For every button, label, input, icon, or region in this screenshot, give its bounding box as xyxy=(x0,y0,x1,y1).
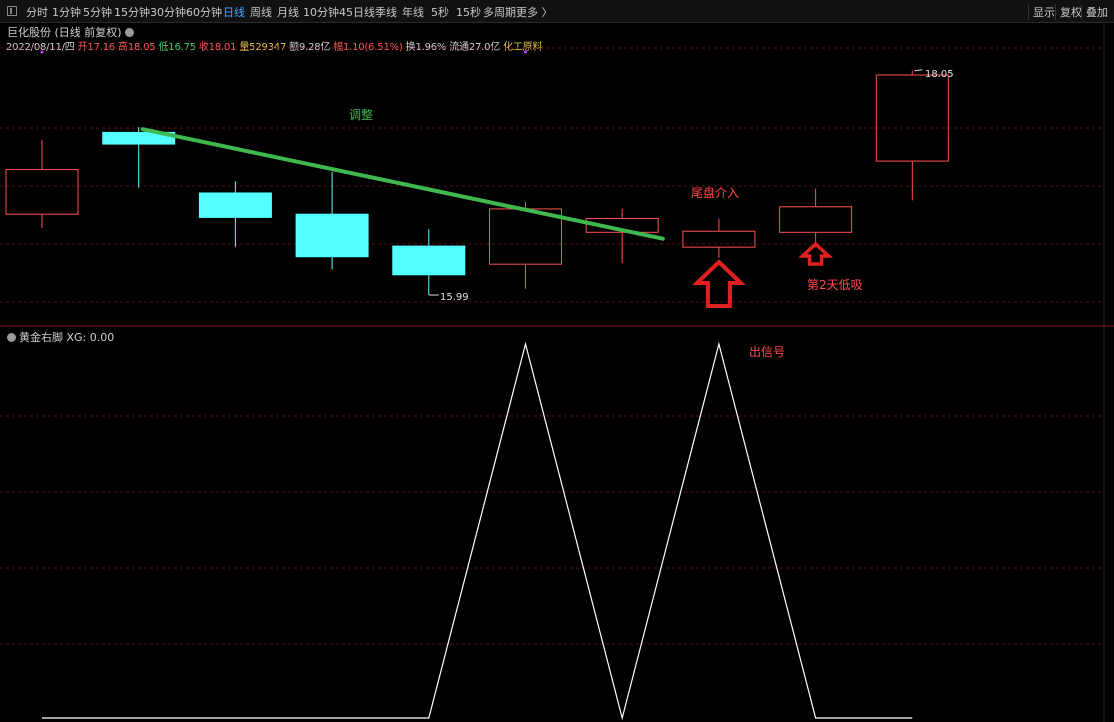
label-low-price: 15.99 xyxy=(440,292,469,303)
label-next-day: 第2天低吸 xyxy=(807,278,863,292)
marker-dot-1 xyxy=(524,50,527,54)
label-adjust: 调整 xyxy=(349,108,374,122)
kline-chart xyxy=(0,22,1114,722)
candle-body-7 xyxy=(682,230,756,248)
candle-body-0 xyxy=(5,169,79,215)
candle-body-3 xyxy=(295,213,369,258)
label-high-price: 18.05 xyxy=(925,69,954,80)
marker-dot-0 xyxy=(40,50,44,54)
high-price-marker xyxy=(914,69,923,72)
entry-arrow-large xyxy=(691,259,746,308)
label-signal: 出信号 xyxy=(749,345,786,359)
candle-body-8 xyxy=(779,206,853,233)
candle-body-4 xyxy=(392,245,466,276)
candle-body-2 xyxy=(198,192,272,218)
candle-body-5 xyxy=(489,208,562,265)
candle-body-9 xyxy=(875,74,949,162)
label-late-entry: 尾盘介入 xyxy=(691,186,740,200)
trend-line xyxy=(140,127,665,241)
signal-line xyxy=(42,341,913,721)
